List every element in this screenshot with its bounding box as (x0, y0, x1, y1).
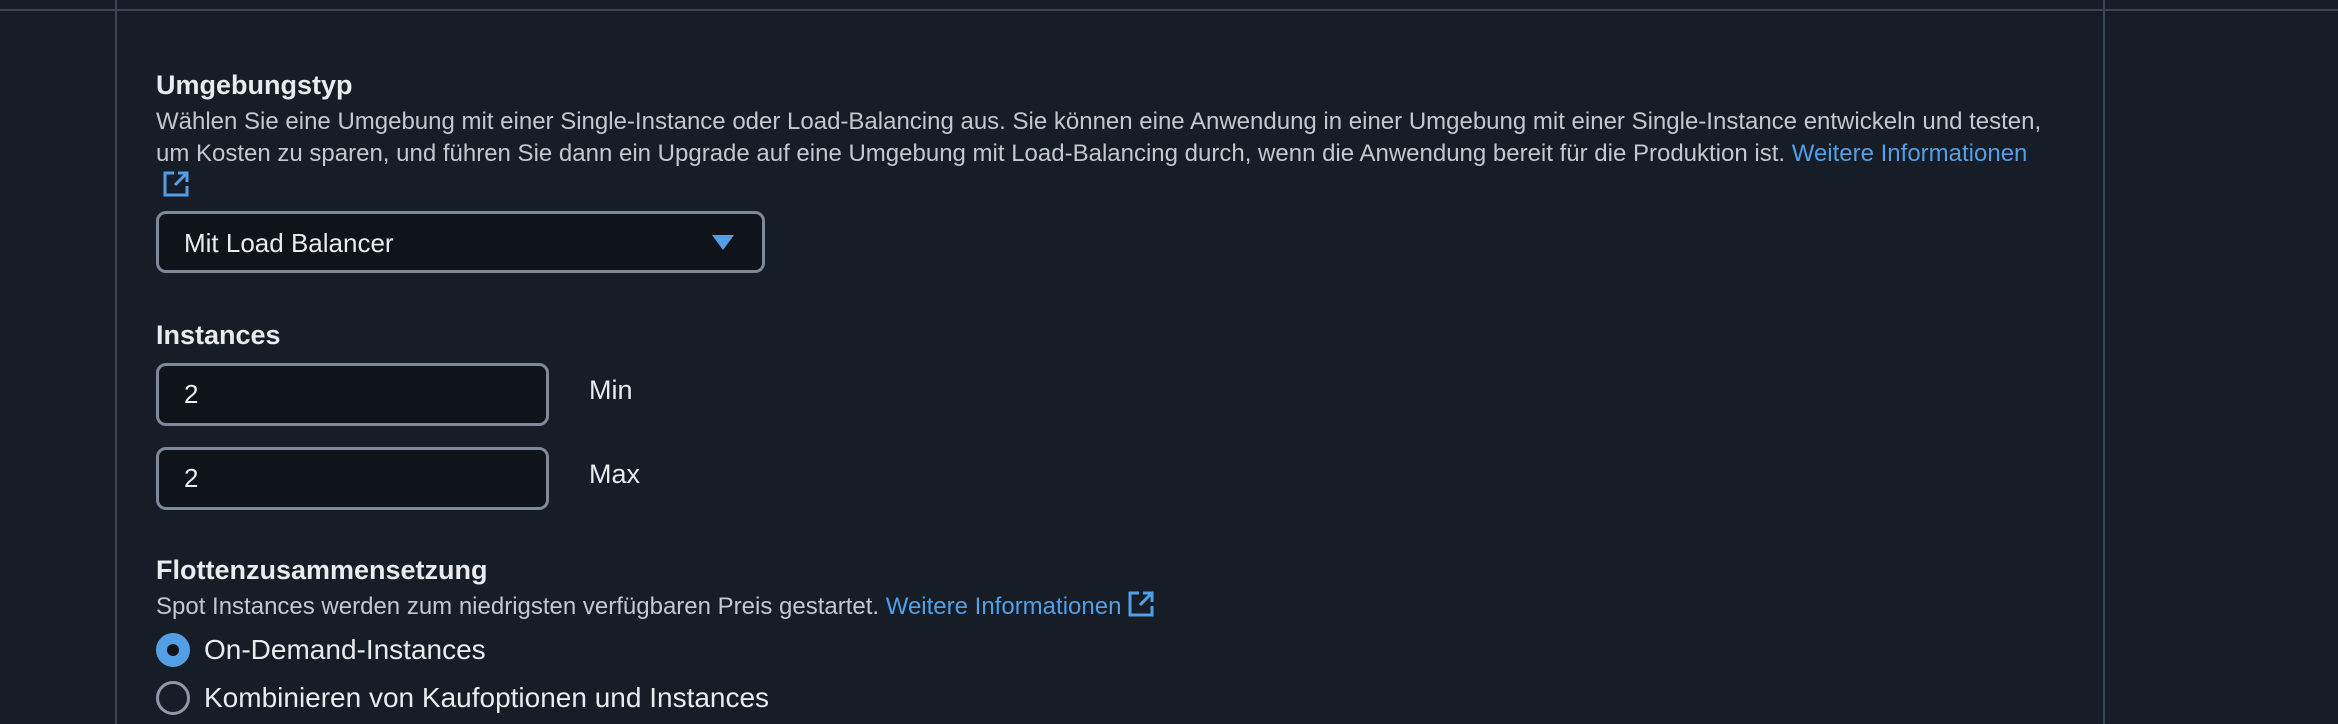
radio-combine-label: Kombinieren von Kaufoptionen und Instanc… (204, 682, 770, 713)
fleet-composition-learn-more-link[interactable]: Weitere Informationen (886, 591, 1156, 620)
instances-max-label: Max (589, 459, 641, 489)
page: Umgebungstyp Wählen Sie eine Umgebung mi… (0, 0, 2338, 724)
radio-on-demand-instances[interactable]: On-Demand-Instances (156, 633, 486, 667)
environment-type-select[interactable]: Mit Load Balancer (156, 211, 765, 273)
radio-unselected-icon (156, 681, 190, 715)
environment-type-label: Umgebungstyp (156, 70, 353, 100)
external-link-icon (1128, 591, 1154, 617)
caret-down-icon (712, 235, 734, 250)
radio-on-demand-label: On-Demand-Instances (204, 634, 486, 665)
instances-min-label: Min (589, 375, 633, 405)
fleet-composition-label: Flottenzusammensetzung (156, 555, 488, 585)
radio-combine-purchase-options[interactable]: Kombinieren von Kaufoptionen und Instanc… (156, 681, 769, 715)
instances-max-input[interactable] (156, 447, 549, 510)
radio-selected-icon (156, 633, 190, 667)
instances-label: Instances (156, 320, 281, 350)
environment-type-selected-value: Mit Load Balancer (184, 228, 394, 258)
environment-type-description-text: Wählen Sie eine Umgebung mit einer Singl… (156, 108, 2042, 167)
instances-min-input[interactable] (156, 363, 549, 426)
fleet-composition-description: Spot Instances werden zum niedrigsten ve… (156, 590, 2056, 623)
external-link-icon (163, 171, 189, 197)
environment-type-description: Wählen Sie eine Umgebung mit einer Singl… (156, 106, 2056, 203)
fleet-composition-description-text: Spot Instances werden zum niedrigsten ve… (156, 593, 880, 620)
